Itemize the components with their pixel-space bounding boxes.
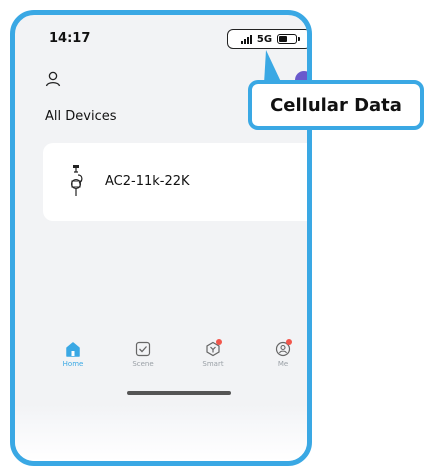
- tab-scene-label: Scene: [132, 360, 154, 368]
- lower-area: [15, 405, 307, 461]
- tab-home[interactable]: Home: [53, 341, 93, 381]
- me-badge: [286, 339, 292, 345]
- cellular-signal-icon: [240, 34, 252, 44]
- status-indicators: 5G: [227, 29, 307, 49]
- device-card[interactable]: AC2-11k-22K: [43, 143, 307, 221]
- tab-smart-label: Smart: [202, 360, 224, 368]
- smart-badge: [216, 339, 222, 345]
- battery-icon: [277, 34, 301, 44]
- ev-charger-icon: [70, 165, 83, 196]
- tab-bar: Home Scene Smart Me: [43, 339, 307, 381]
- tab-me-label: Me: [277, 360, 289, 368]
- tab-me[interactable]: Me: [263, 339, 303, 381]
- callout-label: Cellular Data: [248, 80, 424, 130]
- section-title: All Devices: [45, 109, 117, 124]
- tab-smart[interactable]: Smart: [193, 339, 233, 381]
- status-time: 14:17: [49, 31, 91, 46]
- home-icon: [66, 342, 80, 357]
- device-name: AC2-11k-22K: [105, 174, 190, 189]
- tab-scene[interactable]: Scene: [123, 341, 163, 381]
- tab-home-label: Home: [62, 360, 84, 368]
- network-type: 5G: [256, 33, 273, 45]
- scene-check-icon: [135, 341, 151, 357]
- person-outline-icon[interactable]: [45, 71, 61, 87]
- home-indicator: [127, 391, 231, 395]
